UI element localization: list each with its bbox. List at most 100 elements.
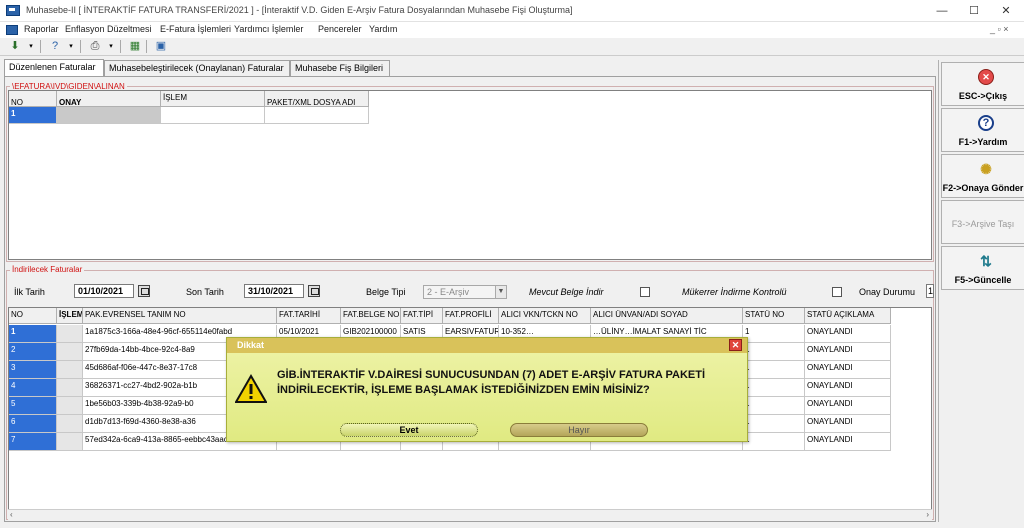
aciklama-cell[interactable]: ONAYLANDI — [805, 343, 891, 361]
no-button[interactable]: Hayır — [510, 423, 648, 437]
send-approval-button[interactable]: ✺ F2->Onaya Gönder — [941, 154, 1024, 198]
chevron-down-icon[interactable]: ▾ — [102, 39, 120, 54]
statu-cell[interactable]: 1 — [743, 415, 805, 433]
refresh-button[interactable]: ⇅ F5->Güncelle — [941, 246, 1024, 290]
duplicate-check-checkbox[interactable] — [832, 287, 842, 297]
statu-cell[interactable]: 1 — [743, 397, 805, 415]
chevron-down-icon[interactable]: ▾ — [22, 39, 40, 54]
maximize-button[interactable]: ☐ — [958, 0, 990, 22]
mdi-controls[interactable]: _ ▫ × — [990, 24, 1008, 34]
column-header[interactable]: ALICI VKN/TCKN NO — [499, 308, 591, 324]
chevron-right-icon[interactable]: › — [926, 510, 929, 519]
islem-cell[interactable] — [57, 343, 83, 361]
doc-type-select[interactable]: 2 - E-Arşiv ▼ — [423, 285, 507, 299]
row-number[interactable]: 7 — [9, 433, 57, 451]
row-number[interactable]: 1 — [9, 325, 57, 343]
column-header[interactable]: NO — [9, 308, 57, 324]
tab-muhasebelestirilecek[interactable]: Muhasebeleştirilecek (Onaylanan) Fatural… — [104, 60, 290, 76]
column-header[interactable]: ALICI ÜNVAN/ADI SOYAD — [591, 308, 743, 324]
column-header: İŞLEM — [161, 91, 265, 107]
islem-cell[interactable] — [57, 415, 83, 433]
archive-label: F3->Arşive Taşı — [951, 219, 1015, 229]
column-header[interactable]: STATÜ AÇIKLAMA — [805, 308, 891, 324]
refresh-icon: ⇅ — [980, 253, 992, 269]
end-date-input[interactable]: 31/10/2021 — [244, 284, 304, 298]
tab-fis-bilgileri[interactable]: Muhasebe Fiş Bilgileri — [290, 60, 390, 76]
islem-cell[interactable] — [57, 325, 83, 343]
minimize-button[interactable]: — — [926, 0, 958, 22]
spreadsheet-icon[interactable]: ▦ — [126, 39, 144, 54]
column-header: NO — [9, 91, 57, 107]
close-icon: ✕ — [978, 69, 994, 85]
help-button[interactable]: ? F1->Yardım — [941, 108, 1024, 152]
menu-yardimci[interactable]: Yardımcı İşlemler — [234, 24, 303, 34]
toolbar-separator — [40, 40, 41, 53]
calendar-icon[interactable] — [308, 285, 320, 297]
islem-cell[interactable] — [57, 433, 83, 451]
menu-efatura[interactable]: E-Fatura İşlemleri — [160, 24, 231, 34]
column-header[interactable]: STATÜ NO — [743, 308, 805, 324]
menu-raporlar[interactable]: Raporlar — [24, 24, 59, 34]
window-icon[interactable]: ▣ — [152, 39, 170, 54]
column-header[interactable]: PAK.EVRENSEL TANIM NO — [83, 308, 277, 324]
toolbar: ⬇ ▾ ? ▾ ⎙ ▾ ▦ ▣ — [0, 38, 1024, 56]
statu-cell[interactable]: 1 — [743, 325, 805, 343]
exit-button[interactable]: ✕ ESC->Çıkış — [941, 62, 1024, 106]
help-icon: ? — [978, 115, 994, 131]
statu-cell[interactable]: 1 — [743, 343, 805, 361]
calendar-icon[interactable] — [138, 285, 150, 297]
start-date-input[interactable]: 01/10/2021 — [74, 284, 134, 298]
aciklama-cell[interactable]: ONAYLANDI — [805, 415, 891, 433]
islem-cell[interactable] — [57, 397, 83, 415]
existing-docs-checkbox[interactable] — [640, 287, 650, 297]
chevron-down-icon[interactable]: ▼ — [495, 286, 506, 298]
aciklama-cell[interactable]: ONAYLANDI — [805, 325, 891, 343]
statu-cell[interactable]: 1 — [743, 379, 805, 397]
column-header[interactable]: FAT.BELGE NO — [341, 308, 401, 324]
upper-grid: NO ONAY İŞLEM PAKET/XML DOSYA ADI 1 — [8, 90, 932, 260]
title-bar: Muhasebe-II [ İNTERAKTİF FATURA TRANSFER… — [0, 0, 1024, 22]
yes-button[interactable]: Evet — [340, 423, 478, 437]
paket-cell[interactable] — [265, 107, 369, 124]
column-header[interactable]: FAT.TİPİ — [401, 308, 443, 324]
menu-bar: Raporlar Enflasyon Düzeltmesi E-Fatura İ… — [0, 22, 1024, 38]
islem-cell[interactable] — [161, 107, 265, 124]
column-header[interactable]: FAT.TARİHİ — [277, 308, 341, 324]
chevron-down-icon[interactable]: ▾ — [62, 39, 80, 54]
menu-enflasyon[interactable]: Enflasyon Düzeltmesi — [65, 24, 152, 34]
close-button[interactable]: ✕ — [990, 0, 1022, 22]
archive-button[interactable]: F3->Arşive Taşı — [941, 200, 1024, 244]
dialog-close-icon[interactable]: ✕ — [729, 339, 742, 351]
row-number[interactable]: 3 — [9, 361, 57, 379]
doc-type-value: 2 - E-Arşiv — [427, 287, 470, 297]
document-icon[interactable] — [6, 25, 18, 35]
toolbar-separator — [80, 40, 81, 53]
statu-cell[interactable]: 1 — [743, 433, 805, 451]
help-label: F1->Yardım — [958, 137, 1008, 147]
tab-duzenlenen[interactable]: Düzenlenen Faturalar — [4, 59, 104, 76]
menu-yardim[interactable]: Yardım — [369, 24, 397, 34]
chevron-left-icon[interactable]: ‹ — [10, 510, 13, 519]
send-icon: ✺ — [980, 161, 992, 177]
islem-cell[interactable] — [57, 379, 83, 397]
aciklama-cell[interactable]: ONAYLANDI — [805, 433, 891, 451]
statu-cell[interactable]: 1 — [743, 361, 805, 379]
horizontal-scrollbar[interactable]: ‹ › — [8, 509, 932, 520]
onay-cell[interactable] — [57, 107, 161, 124]
aciklama-cell[interactable]: ONAYLANDI — [805, 379, 891, 397]
menu-pencereler[interactable]: Pencereler — [318, 24, 362, 34]
column-header: PAKET/XML DOSYA ADI — [265, 91, 369, 107]
status-input[interactable]: 1 — [926, 284, 934, 298]
row-number[interactable]: 5 — [9, 397, 57, 415]
islem-cell[interactable] — [57, 361, 83, 379]
row-number[interactable]: 4 — [9, 379, 57, 397]
aciklama-cell[interactable]: ONAYLANDI — [805, 397, 891, 415]
row-number[interactable]: 6 — [9, 415, 57, 433]
row-number[interactable]: 1 — [9, 107, 57, 124]
column-header[interactable]: İŞLEM — [57, 308, 83, 324]
window-title: Muhasebe-II [ İNTERAKTİF FATURA TRANSFER… — [26, 5, 573, 15]
column-header[interactable]: FAT.PROFİLİ — [443, 308, 499, 324]
row-number[interactable]: 2 — [9, 343, 57, 361]
aciklama-cell[interactable]: ONAYLANDI — [805, 361, 891, 379]
confirm-dialog: Dikkat ✕ GİB.İNTERAKTİF V.DAİRESİ SUNUCU… — [226, 337, 748, 442]
